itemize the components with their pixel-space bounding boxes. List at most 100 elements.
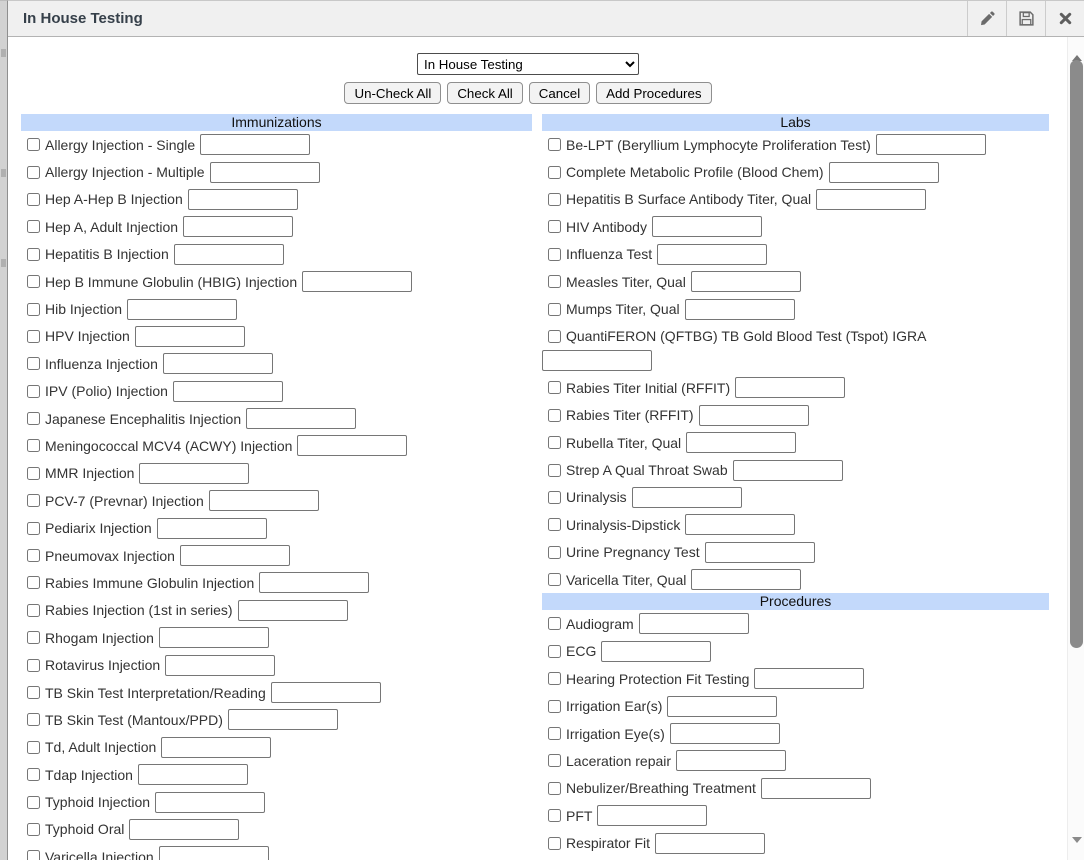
- item-value-input[interactable]: [670, 723, 780, 744]
- item-checkbox[interactable]: [27, 604, 40, 617]
- item-checkbox[interactable]: [27, 220, 40, 233]
- item-value-input[interactable]: [127, 299, 237, 320]
- item-value-input[interactable]: [173, 381, 283, 402]
- item-checkbox[interactable]: [548, 672, 561, 685]
- item-value-input[interactable]: [733, 460, 843, 481]
- item-value-input[interactable]: [685, 299, 795, 320]
- item-value-input[interactable]: [259, 572, 369, 593]
- scroll-down-button[interactable]: [1068, 842, 1084, 859]
- item-value-input[interactable]: [657, 244, 767, 265]
- item-checkbox[interactable]: [548, 573, 561, 586]
- item-checkbox[interactable]: [548, 436, 561, 449]
- item-checkbox[interactable]: [27, 494, 40, 507]
- item-value-input[interactable]: [699, 405, 809, 426]
- item-checkbox[interactable]: [27, 686, 40, 699]
- item-checkbox[interactable]: [27, 439, 40, 452]
- item-checkbox[interactable]: [27, 549, 40, 562]
- item-checkbox[interactable]: [548, 782, 561, 795]
- item-checkbox[interactable]: [27, 713, 40, 726]
- item-checkbox[interactable]: [27, 796, 40, 809]
- item-checkbox[interactable]: [548, 837, 561, 850]
- item-checkbox[interactable]: [27, 467, 40, 480]
- item-value-input[interactable]: [159, 627, 269, 648]
- scrollbar-thumb[interactable]: [1070, 60, 1083, 648]
- item-value-input[interactable]: [155, 792, 265, 813]
- item-checkbox[interactable]: [548, 193, 561, 206]
- item-value-input[interactable]: [188, 189, 298, 210]
- item-checkbox[interactable]: [548, 645, 561, 658]
- item-value-input[interactable]: [639, 613, 749, 634]
- item-checkbox[interactable]: [548, 381, 561, 394]
- item-value-input[interactable]: [246, 408, 356, 429]
- item-value-input[interactable]: [761, 778, 871, 799]
- item-checkbox[interactable]: [27, 385, 40, 398]
- check-all-button[interactable]: Check All: [447, 82, 522, 104]
- item-checkbox[interactable]: [27, 330, 40, 343]
- item-value-input[interactable]: [129, 819, 239, 840]
- item-checkbox[interactable]: [548, 809, 561, 822]
- item-checkbox[interactable]: [27, 193, 40, 206]
- item-checkbox[interactable]: [548, 275, 561, 288]
- item-checkbox[interactable]: [548, 330, 561, 343]
- item-value-input[interactable]: [876, 134, 986, 155]
- item-value-input[interactable]: [209, 490, 319, 511]
- item-checkbox[interactable]: [548, 518, 561, 531]
- item-checkbox[interactable]: [27, 522, 40, 535]
- item-value-input[interactable]: [138, 764, 248, 785]
- item-checkbox[interactable]: [27, 248, 40, 261]
- item-checkbox[interactable]: [27, 850, 40, 860]
- item-value-input[interactable]: [139, 463, 249, 484]
- item-checkbox[interactable]: [548, 491, 561, 504]
- item-checkbox[interactable]: [27, 631, 40, 644]
- item-value-input[interactable]: [705, 542, 815, 563]
- vertical-scrollbar[interactable]: [1067, 37, 1084, 860]
- item-checkbox[interactable]: [27, 741, 40, 754]
- item-checkbox[interactable]: [27, 275, 40, 288]
- close-button[interactable]: [1045, 1, 1084, 36]
- item-value-input[interactable]: [180, 545, 290, 566]
- item-checkbox[interactable]: [548, 220, 561, 233]
- item-value-input[interactable]: [161, 737, 271, 758]
- save-button[interactable]: [1006, 1, 1045, 36]
- item-value-input[interactable]: [159, 846, 269, 860]
- cancel-button[interactable]: Cancel: [529, 82, 590, 104]
- item-value-input[interactable]: [542, 350, 652, 371]
- item-value-input[interactable]: [302, 271, 412, 292]
- item-value-input[interactable]: [228, 709, 338, 730]
- item-checkbox[interactable]: [27, 303, 40, 316]
- item-value-input[interactable]: [652, 216, 762, 237]
- item-value-input[interactable]: [183, 216, 293, 237]
- item-checkbox[interactable]: [27, 138, 40, 151]
- edit-button[interactable]: [967, 1, 1006, 36]
- category-select[interactable]: In House Testing: [417, 53, 639, 75]
- item-value-input[interactable]: [691, 271, 801, 292]
- item-value-input[interactable]: [685, 514, 795, 535]
- item-value-input[interactable]: [597, 805, 707, 826]
- item-checkbox[interactable]: [27, 357, 40, 370]
- scroll-up-button[interactable]: [1068, 39, 1084, 56]
- item-checkbox[interactable]: [27, 768, 40, 781]
- item-value-input[interactable]: [163, 353, 273, 374]
- item-value-input[interactable]: [601, 641, 711, 662]
- item-value-input[interactable]: [165, 655, 275, 676]
- item-value-input[interactable]: [200, 134, 310, 155]
- item-checkbox[interactable]: [27, 659, 40, 672]
- item-value-input[interactable]: [816, 189, 926, 210]
- item-checkbox[interactable]: [548, 409, 561, 422]
- item-value-input[interactable]: [735, 377, 845, 398]
- item-checkbox[interactable]: [27, 166, 40, 179]
- uncheck-all-button[interactable]: Un-Check All: [344, 82, 441, 104]
- item-checkbox[interactable]: [548, 727, 561, 740]
- item-checkbox[interactable]: [27, 823, 40, 836]
- item-value-input[interactable]: [210, 162, 320, 183]
- item-value-input[interactable]: [655, 833, 765, 854]
- add-procedures-button[interactable]: Add Procedures: [596, 82, 711, 104]
- item-checkbox[interactable]: [548, 138, 561, 151]
- item-value-input[interactable]: [135, 326, 245, 347]
- item-checkbox[interactable]: [548, 248, 561, 261]
- item-value-input[interactable]: [754, 668, 864, 689]
- item-checkbox[interactable]: [27, 576, 40, 589]
- item-checkbox[interactable]: [548, 546, 561, 559]
- item-value-input[interactable]: [686, 432, 796, 453]
- item-value-input[interactable]: [174, 244, 284, 265]
